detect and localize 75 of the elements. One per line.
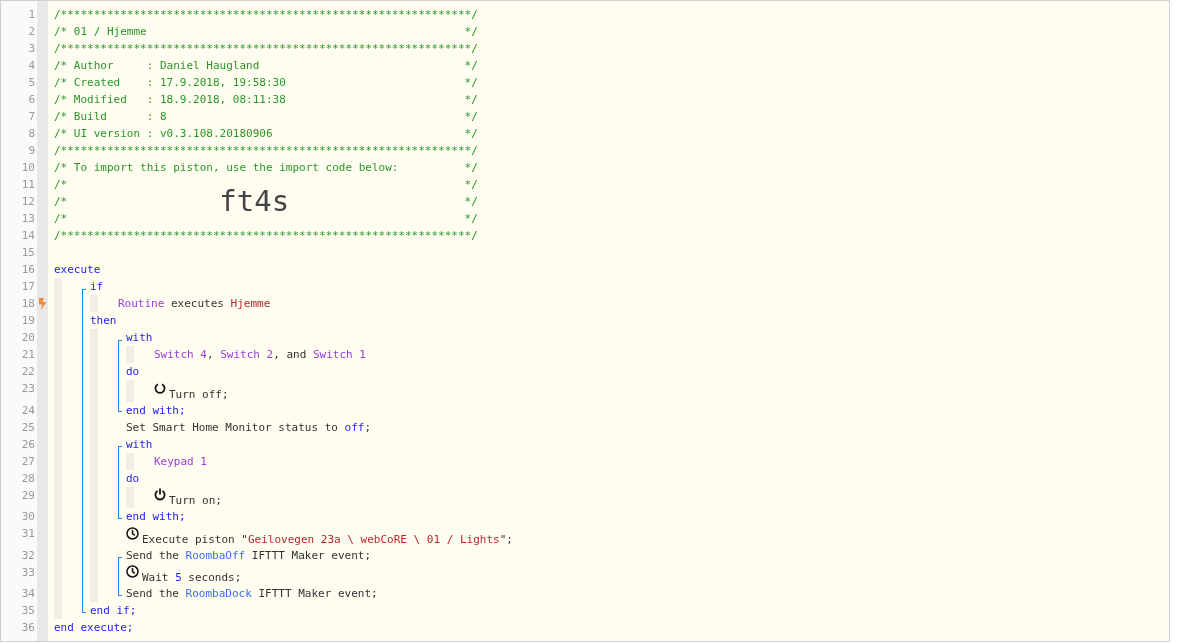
code-line: with [126,331,153,344]
code-line: Set Smart Home Monitor status to off; [126,420,372,434]
line-number: 26 [20,436,36,453]
line-number: 31 [20,526,36,542]
power-icon [154,488,166,501]
code-line: with [126,437,153,451]
line-number: 29 [20,487,36,504]
comment-line: /* Created : 17.9.2018, 19:58:30 */ [54,75,478,91]
line-number: 28 [20,470,36,487]
line-number: 17 [20,279,36,295]
line-number: 16 [20,262,36,278]
line-number: 6 [27,92,36,108]
line-number: 27 [20,453,36,470]
code-line: end with; [126,510,186,523]
comment-line: /* */ [54,211,478,227]
code-line: Routine executes Hjemme [118,297,271,310]
line-number: 14 [20,228,36,244]
line-number: 15 [20,245,36,261]
line-number: 8 [27,126,36,142]
comment-line: /* Modified : 18.9.2018, 08:11:38 */ [54,92,478,108]
code-line: Keypad 1 [154,454,207,468]
comment-line: /* To import this piston, use the import code below: */ [54,160,478,176]
comment-line: /**************************************************************/ [54,228,478,244]
code-line: then [90,314,117,327]
line-number: 22 [20,364,36,380]
code-line: Send the RoombaDock IFTTT Maker event; [126,587,378,600]
comment-text: */ [464,194,478,210]
line-number: 19 [20,313,36,329]
comment-line: /* UI version : v0.3.108.20180906 */ [54,126,478,142]
line-number: 12 [20,194,36,210]
line-number: 35 [20,603,36,619]
line-number: 23 [20,381,36,397]
line-number: 3 [27,41,36,57]
line-number: 7 [27,109,36,125]
line-number: 1 [27,7,36,23]
code-line: end execute; [54,621,134,634]
line-number: 5 [27,75,36,91]
comment-line: /* 01 / Hjemme */ [54,24,478,40]
line-number: 10 [20,160,36,176]
code-line: Execute piston "Geilovegen 23a \ webCoRE \ 01 / Lights"; [142,531,513,547]
comment-line: /**************************************************************/ [54,7,478,23]
line-number: 33 [20,564,36,581]
code-line: do [126,471,140,485]
comment-text: /* [54,194,68,210]
comment-line: /* Build : 8 */ [54,109,478,125]
code-line: execute [54,263,101,276]
code-line: end with; [126,403,186,417]
line-number: 25 [20,419,36,436]
line-number: 30 [20,509,36,525]
line-number: 18 [20,296,36,312]
line-number: 34 [20,586,36,602]
line-number: 36 [20,620,36,636]
line-number: 32 [20,547,36,564]
comment-line: /**************************************************************/ [54,41,478,57]
code-line: Wait 5 seconds; [142,570,242,585]
line-number: 21 [20,347,36,363]
code-line: Turn off; [169,386,229,402]
code-line: if [90,280,104,293]
comment-line: /**************************************************************/ [54,143,478,159]
line-number: 20 [20,330,36,346]
line-number: 4 [27,58,36,74]
code-line: Switch 4, Switch 2, and Switch 1 [154,348,366,361]
clock-icon [126,526,139,540]
clock-icon [126,565,139,578]
line-number: 13 [20,211,36,227]
line-number: 24 [20,402,36,419]
line-number: 11 [20,177,36,193]
code-line: Send the RoombaOff IFTTT Maker event; [126,548,372,562]
line-number: 9 [27,143,36,159]
code-line: end if; [90,604,137,617]
code-line: Turn on; [169,493,222,508]
power-off-icon [154,381,166,395]
code-line: do [126,365,140,378]
line-number: 2 [27,24,36,40]
comment-line: /* Author : Daniel Haugland */ [54,58,478,74]
